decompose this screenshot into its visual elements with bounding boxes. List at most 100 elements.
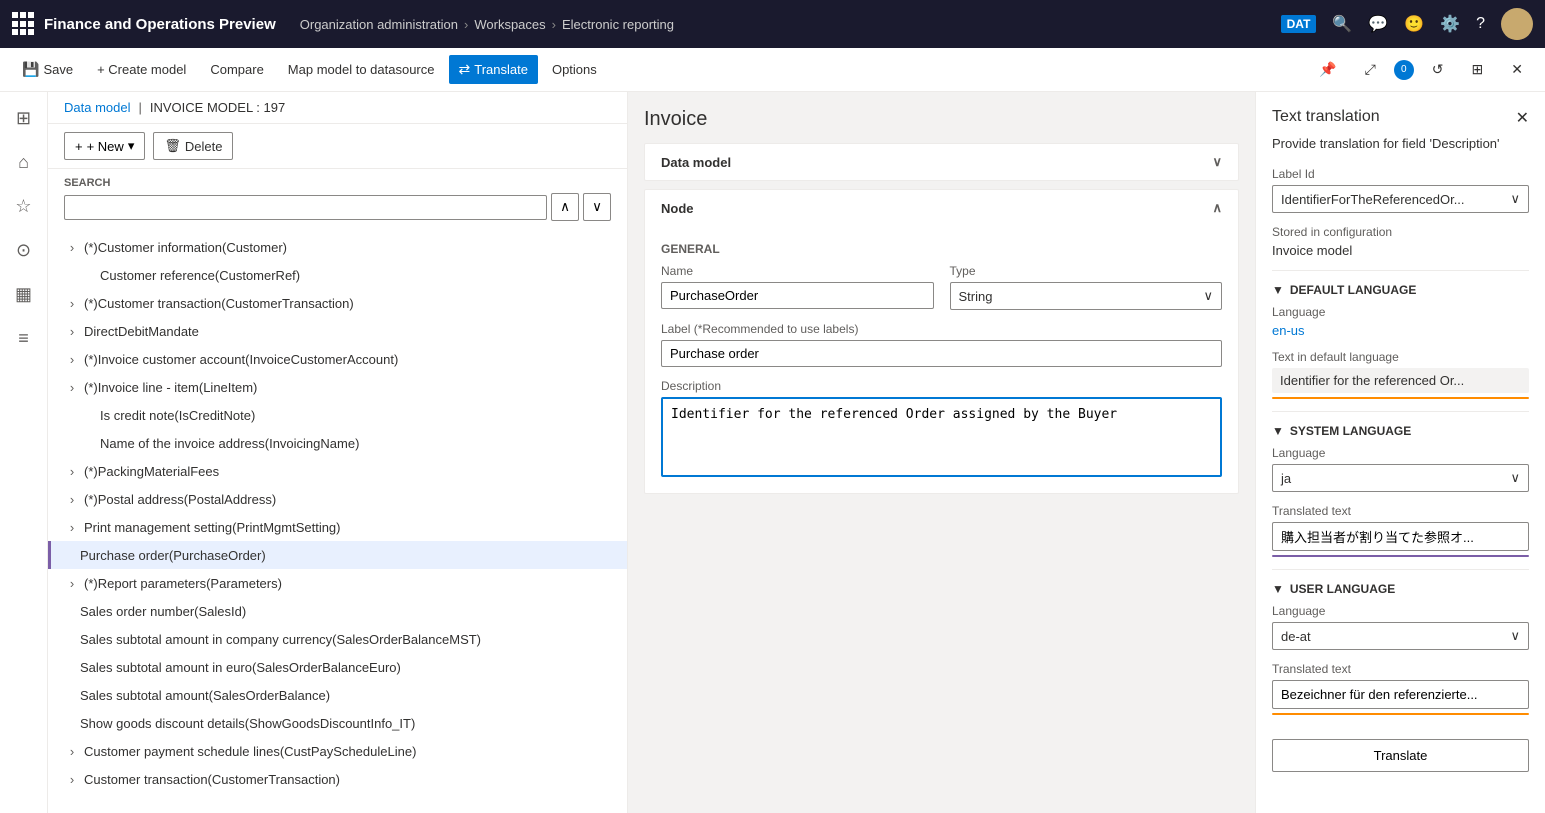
search-section: SEARCH ∧ ∨ (48, 169, 627, 229)
right-panel-close-button[interactable]: ✕ (1516, 108, 1529, 128)
tree-item[interactable]: ›Customer payment schedule lines(CustPay… (48, 737, 627, 765)
search-input[interactable] (64, 195, 547, 220)
tree-item[interactable]: ›(*)Report parameters(Parameters) (48, 569, 627, 597)
chat-icon[interactable]: 💬 (1368, 14, 1388, 34)
delete-button[interactable]: 🗑 Delete (153, 132, 233, 160)
name-type-row: Name Type String ∨ (661, 264, 1222, 310)
tree-expand-icon[interactable]: › (64, 351, 80, 367)
tree-item[interactable]: ›(*)Customer information(Customer) (48, 233, 627, 261)
smiley-icon[interactable]: 🙂 (1404, 14, 1424, 34)
search-down-button[interactable]: ∨ (583, 193, 611, 221)
star-icon[interactable]: ☆ (6, 188, 42, 224)
label-id-dropdown[interactable]: IdentifierForTheReferencedOr... ∨ (1272, 185, 1529, 213)
tree-item[interactable]: ›(*)Invoice line - item(LineItem) (48, 373, 627, 401)
settings-icon[interactable]: ⚙️ (1440, 14, 1460, 34)
tree-item[interactable]: Show goods discount details(ShowGoodsDis… (48, 709, 627, 737)
toolbar-close-icon[interactable]: ✕ (1501, 55, 1533, 84)
notification-badge[interactable]: 0 (1394, 60, 1414, 80)
tree-expand-icon[interactable]: › (64, 239, 80, 255)
grid-icon[interactable]: ▦ (6, 276, 42, 312)
system-lang-dropdown[interactable]: ja ∨ (1272, 464, 1529, 492)
tree-item[interactable]: Sales order number(SalesId) (48, 597, 627, 625)
tree-expand-icon[interactable]: › (64, 743, 80, 759)
toolbar-refresh-icon[interactable]: ↺ (1422, 55, 1454, 84)
tree-item[interactable]: ›(*)Postal address(PostalAddress) (48, 485, 627, 513)
tree-item[interactable]: ›Print management setting(PrintMgmtSetti… (48, 513, 627, 541)
tree-item[interactable]: ›(*)Customer transaction(CustomerTransac… (48, 289, 627, 317)
map-model-button[interactable]: Map model to datasource (278, 56, 445, 83)
text-default-section: Text in default language Identifier for … (1272, 350, 1529, 399)
description-textarea[interactable]: Identifier for the referenced Order assi… (661, 397, 1222, 477)
tree-item[interactable]: ›Customer transaction(CustomerTransactio… (48, 765, 627, 793)
label-group: Label (*Recommended to use labels) (661, 322, 1222, 367)
tree-item-text: Sales subtotal amount in euro(SalesOrder… (80, 660, 401, 675)
system-lang-chevron-icon: ∨ (1510, 470, 1520, 486)
user-avatar[interactable] (1501, 8, 1533, 40)
tree-item[interactable]: Is credit note(IsCreditNote) (48, 401, 627, 429)
tree-item[interactable]: Sales subtotal amount in euro(SalesOrder… (48, 653, 627, 681)
save-button[interactable]: 💾 Save (12, 55, 83, 84)
tree-item[interactable]: Customer reference(CustomerRef) (48, 261, 627, 289)
system-lang-collapse-icon[interactable]: ▼ (1272, 424, 1284, 438)
save-label: Save (43, 62, 73, 77)
default-lang-label: Language (1272, 305, 1529, 319)
system-lang-value: ja (1281, 471, 1291, 486)
options-button[interactable]: Options (542, 56, 607, 83)
create-model-button[interactable]: + Create model (87, 56, 196, 83)
breadcrumb-workspaces[interactable]: Workspaces (474, 17, 545, 32)
breadcrumb-er[interactable]: Electronic reporting (562, 17, 674, 32)
tree-item[interactable]: Sales subtotal amount in company currenc… (48, 625, 627, 653)
home-icon[interactable]: ⌂ (6, 144, 42, 180)
toolbar-expand-icon[interactable]: ⤢ (1355, 55, 1386, 84)
system-translated-input[interactable] (1272, 522, 1529, 551)
new-button[interactable]: + + New ▾ (64, 132, 145, 160)
data-model-card-header[interactable]: Data model ∨ (645, 144, 1238, 180)
breadcrumb-org[interactable]: Organization administration (300, 17, 458, 32)
filter-icon[interactable]: ⊞ (6, 100, 42, 136)
user-translated-input[interactable] (1272, 680, 1529, 709)
tree-item[interactable]: ›(*)Invoice customer account(InvoiceCust… (48, 345, 627, 373)
help-icon[interactable]: ? (1476, 15, 1485, 33)
tree-expand-icon[interactable]: › (64, 491, 80, 507)
tree-item[interactable]: Sales subtotal amount(SalesOrderBalance) (48, 681, 627, 709)
label-field-input[interactable] (661, 340, 1222, 367)
tree-item[interactable]: ›DirectDebitMandate (48, 317, 627, 345)
tree-item[interactable]: › (*)PackingMaterialFees (48, 457, 627, 485)
tree-item-text: (*)PackingMaterialFees (84, 464, 219, 479)
tree-item[interactable]: Purchase order(PurchaseOrder) (48, 541, 627, 569)
tree-expand-icon[interactable]: › (64, 379, 80, 395)
tree-expand-icon[interactable]: › (64, 771, 80, 787)
list-icon[interactable]: ≡ (6, 320, 42, 356)
tree-item[interactable]: Name of the invoice address(InvoicingNam… (48, 429, 627, 457)
new-label: + New (87, 139, 124, 154)
tree-expand-icon[interactable]: › (64, 575, 80, 591)
type-select[interactable]: String ∨ (950, 282, 1223, 310)
default-lang-link[interactable]: en-us (1272, 323, 1305, 338)
right-panel: Text translation ✕ Provide translation f… (1255, 92, 1545, 813)
type-group: Type String ∨ (950, 264, 1223, 310)
node-card-header[interactable]: Node ∧ (645, 190, 1238, 226)
system-lang-label: Language (1272, 446, 1529, 460)
toolbar-pin-icon[interactable]: 📌 (1309, 55, 1346, 84)
user-lang-dropdown[interactable]: de-at ∨ (1272, 622, 1529, 650)
data-model-link[interactable]: Data model (64, 100, 130, 115)
user-translated-section: Translated text (1272, 662, 1529, 715)
search-up-button[interactable]: ∧ (551, 193, 579, 221)
app-grid-icon[interactable] (12, 12, 36, 36)
tree-expand-icon[interactable]: › (64, 323, 80, 339)
user-lang-collapse-icon[interactable]: ▼ (1272, 582, 1284, 596)
label-id-label: Label Id (1272, 167, 1529, 181)
tree-expand-icon[interactable]: › (64, 519, 80, 535)
translate-button[interactable]: ⇄ Translate (449, 55, 538, 84)
main-layout: ⊞ ⌂ ☆ ⊙ ▦ ≡ Data model | INVOICE MODEL :… (0, 92, 1545, 813)
tree-expand-icon[interactable]: › (64, 295, 80, 311)
compare-button[interactable]: Compare (200, 56, 273, 83)
clock-icon[interactable]: ⊙ (6, 232, 42, 268)
toolbar-new-tab-icon[interactable]: ⊞ (1462, 55, 1494, 84)
name-input[interactable] (661, 282, 934, 309)
default-lang-collapse-icon[interactable]: ▼ (1272, 283, 1284, 297)
translate-action-button[interactable]: Translate (1272, 739, 1529, 772)
search-nav-icon[interactable]: 🔍 (1332, 14, 1352, 34)
tree-expand-icon[interactable]: › (64, 463, 80, 479)
node-card-body: GENERAL Name Type String ∨ L (645, 226, 1238, 493)
